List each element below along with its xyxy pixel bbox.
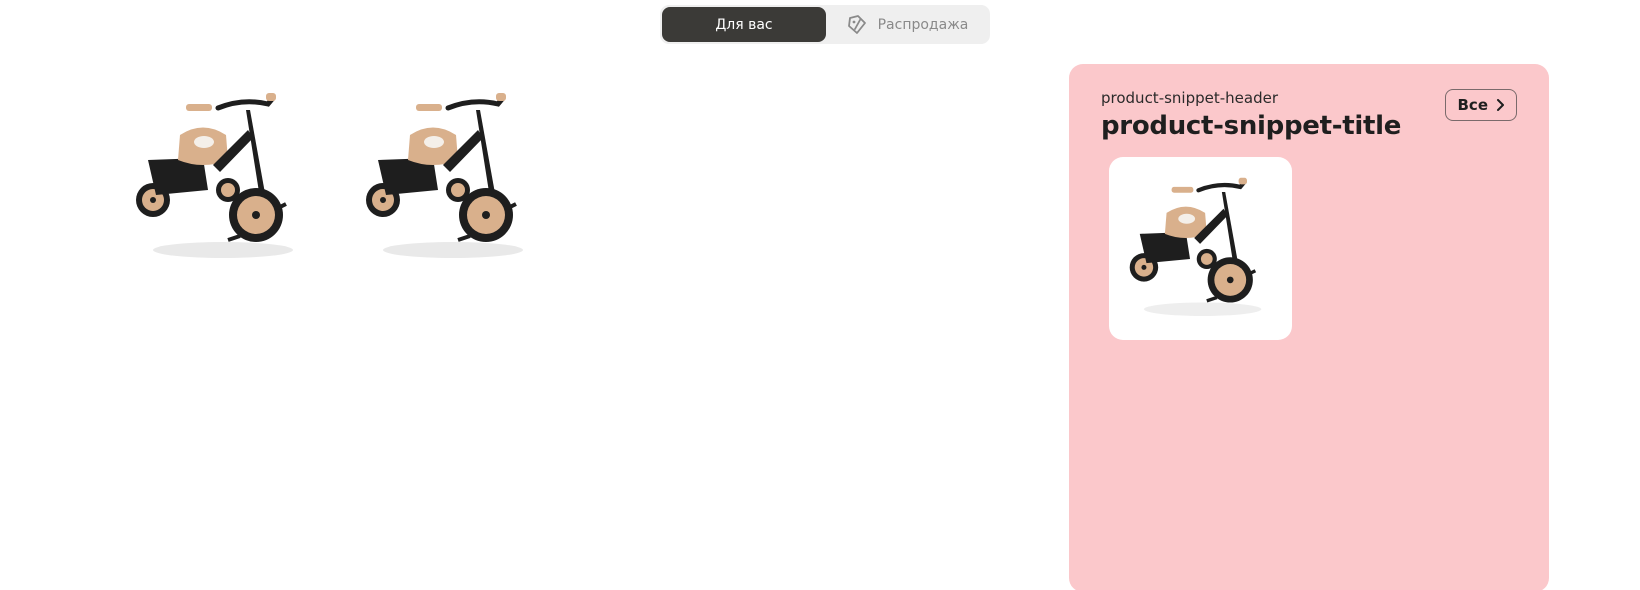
snippet-title: product-snippet-title xyxy=(1101,111,1402,141)
product-card[interactable] xyxy=(128,90,313,265)
snippet-header: product-snippet-header xyxy=(1101,89,1279,107)
chevron-right-icon xyxy=(1497,99,1504,111)
snippet-product-card[interactable] xyxy=(1109,157,1292,340)
feed-tab-switcher: Для вас Распродажа xyxy=(660,5,990,44)
product-snippet-panel: product-snippet-header product-snippet-t… xyxy=(1069,64,1549,590)
tab-for-you[interactable]: Для вас xyxy=(662,7,826,42)
tab-sale[interactable]: Распродажа xyxy=(826,7,988,42)
tricycle-image xyxy=(366,93,523,258)
view-all-button[interactable]: Все xyxy=(1444,89,1517,121)
view-all-label: Все xyxy=(1457,96,1489,114)
product-card[interactable] xyxy=(358,90,543,265)
tab-sale-label: Распродажа xyxy=(877,16,969,33)
sale-tag-icon xyxy=(847,14,866,34)
tricycle-image xyxy=(1129,177,1262,316)
tricycle-image xyxy=(136,93,293,258)
